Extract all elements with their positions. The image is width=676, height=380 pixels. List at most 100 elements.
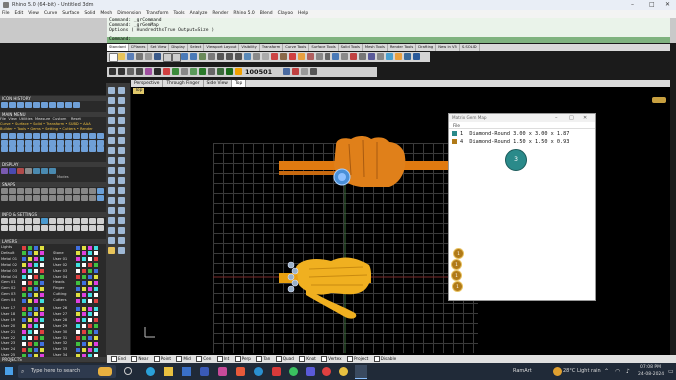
layer-swatch-icon[interactable] [28, 312, 32, 317]
layer-swatch-icon[interactable] [88, 298, 92, 303]
pave-icon[interactable] [292, 68, 299, 75]
fillet-icon[interactable] [377, 53, 384, 60]
explode-tool-icon[interactable] [118, 177, 125, 184]
layer-swatch-icon[interactable] [82, 324, 86, 329]
mirror-icon[interactable] [172, 68, 179, 75]
layer-row[interactable]: User 20 User 29 [0, 324, 106, 329]
viewport-tab-side-view[interactable]: Side View [204, 80, 232, 87]
layer-swatch-icon[interactable] [40, 275, 44, 279]
layer-row[interactable]: Metal 01 User 01 [0, 257, 106, 262]
join-tool-icon[interactable] [108, 177, 115, 184]
tool-icon[interactable] [17, 133, 24, 139]
snap-icon[interactable] [1, 194, 8, 201]
layer-swatch-icon[interactable] [28, 280, 32, 285]
layer-swatch-icon[interactable] [88, 341, 92, 346]
array-icon[interactable] [181, 68, 188, 75]
layer-swatch-icon[interactable] [28, 292, 32, 297]
paste-icon[interactable] [172, 53, 181, 62]
layer-swatch-icon[interactable] [40, 298, 44, 303]
tab-viewport-layout[interactable]: Viewport Layout [204, 44, 240, 51]
menu-rhino5[interactable]: Rhino 5.0 [233, 11, 254, 16]
opera-icon[interactable] [322, 367, 331, 376]
network-icon[interactable] [386, 53, 393, 60]
patch-icon[interactable] [395, 53, 402, 60]
pan-icon[interactable] [199, 53, 206, 60]
layer-swatch-icon[interactable] [34, 347, 38, 352]
osnap-disable[interactable]: Disable [381, 356, 397, 361]
layer-swatch-icon[interactable] [34, 280, 38, 285]
setting-icon[interactable] [9, 224, 16, 231]
snap-icon[interactable] [65, 194, 72, 201]
gumball-icon[interactable] [109, 68, 116, 75]
open-folder-icon[interactable] [118, 53, 125, 60]
display-mode-icon[interactable] [49, 168, 56, 174]
gem-map-large-gem[interactable]: 3 [505, 149, 527, 171]
layer-swatch-icon[interactable] [28, 275, 32, 279]
shaded-icon[interactable] [145, 68, 152, 75]
main-menu-tab-measure[interactable]: Measure [35, 117, 50, 121]
layer-swatch-icon[interactable] [94, 341, 98, 346]
tool-icon[interactable] [17, 139, 24, 146]
layer-swatch-icon[interactable] [40, 318, 44, 323]
mirror-tool-icon[interactable] [108, 227, 115, 234]
gem-map-close-icon[interactable]: ✕ [583, 114, 587, 122]
layer-swatch-icon[interactable] [22, 251, 26, 256]
tab-drafting[interactable]: Drafting [416, 44, 437, 51]
layer-swatch-icon[interactable] [76, 347, 80, 352]
tool-icon[interactable] [73, 139, 80, 146]
app-icon[interactable] [236, 367, 245, 376]
layer-swatch-icon[interactable] [94, 330, 98, 335]
layer-swatch-icon[interactable] [88, 275, 92, 279]
tool-icon[interactable] [73, 146, 80, 152]
layer-swatch-icon[interactable] [40, 245, 44, 250]
layer-swatch-icon[interactable] [28, 318, 32, 323]
setting-icon[interactable] [65, 224, 72, 231]
osnap-checkbox[interactable] [216, 356, 223, 362]
layer-swatch-icon[interactable] [88, 336, 92, 340]
layer-row[interactable]: User 18 User 27 [0, 312, 106, 317]
layer-swatch-icon[interactable] [76, 336, 80, 340]
layer-swatch-icon[interactable] [28, 336, 32, 340]
setting-icon[interactable] [81, 218, 88, 224]
layer-row[interactable]: Metal 04 User 04 [0, 275, 106, 280]
layer-swatch-icon[interactable] [76, 275, 80, 279]
layer-swatch-icon[interactable] [40, 263, 44, 268]
layer-swatch-icon[interactable] [28, 269, 32, 274]
layer-swatch-icon[interactable] [94, 292, 98, 297]
tool-icon[interactable] [89, 139, 96, 146]
layer-swatch-icon[interactable] [40, 347, 44, 352]
layer-swatch-icon[interactable] [76, 257, 80, 262]
setting-icon[interactable] [41, 218, 48, 224]
snap-icon[interactable] [73, 194, 80, 201]
setting-icon[interactable] [9, 218, 16, 224]
select-tool-icon[interactable] [108, 87, 115, 94]
file-explorer-icon[interactable] [164, 367, 173, 376]
layer-swatch-icon[interactable] [40, 306, 44, 311]
menu-mesh[interactable]: Mesh [100, 11, 112, 16]
layer-row[interactable]: User 22 User 31 [0, 336, 106, 341]
layer-swatch-icon[interactable] [28, 245, 32, 250]
layer-swatch-icon[interactable] [94, 336, 98, 340]
prong-icon[interactable] [226, 68, 233, 75]
tab-display[interactable]: Display [169, 44, 188, 51]
layer-swatch-icon[interactable] [88, 263, 92, 268]
layer-swatch-icon[interactable] [82, 269, 86, 274]
facebook-icon[interactable] [200, 367, 209, 376]
layer-row[interactable]: User 17 User 26 [0, 306, 106, 311]
setting-icon[interactable] [1, 218, 8, 224]
osnap-int[interactable]: Int [224, 356, 230, 361]
layer-swatch-icon[interactable] [22, 280, 26, 285]
layer-row[interactable]: Gem 03 Cutting [0, 292, 106, 297]
menu-analyze[interactable]: Analyze [190, 11, 208, 16]
tab-transform[interactable]: Transform [260, 44, 284, 51]
snap-icon[interactable] [57, 194, 64, 201]
layer-icon[interactable] [289, 53, 296, 60]
layer-swatch-icon[interactable] [76, 251, 80, 256]
layer-swatch-icon[interactable] [22, 318, 26, 323]
layer-swatch-icon[interactable] [28, 298, 32, 303]
tool-icon[interactable] [9, 133, 16, 139]
tool-icon[interactable] [81, 146, 88, 152]
layer-row[interactable]: User 19 User 28 [0, 318, 106, 323]
layer-swatch-icon[interactable] [94, 269, 98, 274]
menu-help[interactable]: Help [298, 11, 308, 16]
